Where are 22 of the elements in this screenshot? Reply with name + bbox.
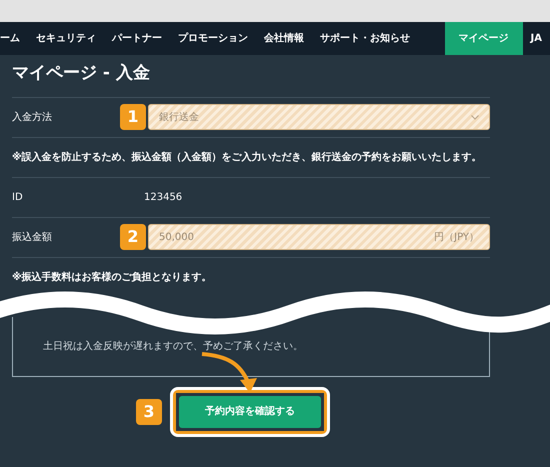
- page-title: マイページ - 入金: [12, 62, 151, 85]
- nav-link[interactable]: プロモーション: [170, 22, 256, 55]
- caret-icon: [471, 114, 479, 120]
- nav-link[interactable]: セキュリティ: [28, 22, 104, 55]
- currency-unit: 円（JPY）: [434, 230, 479, 244]
- step-badge: 3: [136, 398, 162, 424]
- nav-link[interactable]: JA: [522, 22, 550, 55]
- select-value: 銀行送金: [159, 110, 199, 124]
- nav-link[interactable]: ーム: [0, 22, 28, 55]
- notice-text: ※振込手数料はお客様のご負担となります。: [12, 270, 212, 284]
- field-label: ID: [12, 190, 24, 204]
- field-label: 振込金額: [12, 230, 53, 244]
- amount-value: 50,000: [159, 230, 194, 244]
- notice-text: ※誤入金を防止するため、振込金額（入金額）をご入力いただき、銀行送金の予約をお願いいたします。: [12, 150, 482, 164]
- id-value: 123456: [144, 190, 182, 204]
- nav-link[interactable]: サポート・お知らせ: [312, 22, 418, 55]
- notice-line: 土日祝は入金反映が遅れますので、予めご了承ください。: [43, 340, 304, 354]
- step-badge: 2: [120, 224, 146, 250]
- nav-link[interactable]: 会社情報: [256, 22, 312, 55]
- step-badge: 1: [120, 104, 146, 130]
- field-label: 入金方法: [12, 110, 53, 124]
- nav-link[interactable]: パートナー: [104, 22, 170, 55]
